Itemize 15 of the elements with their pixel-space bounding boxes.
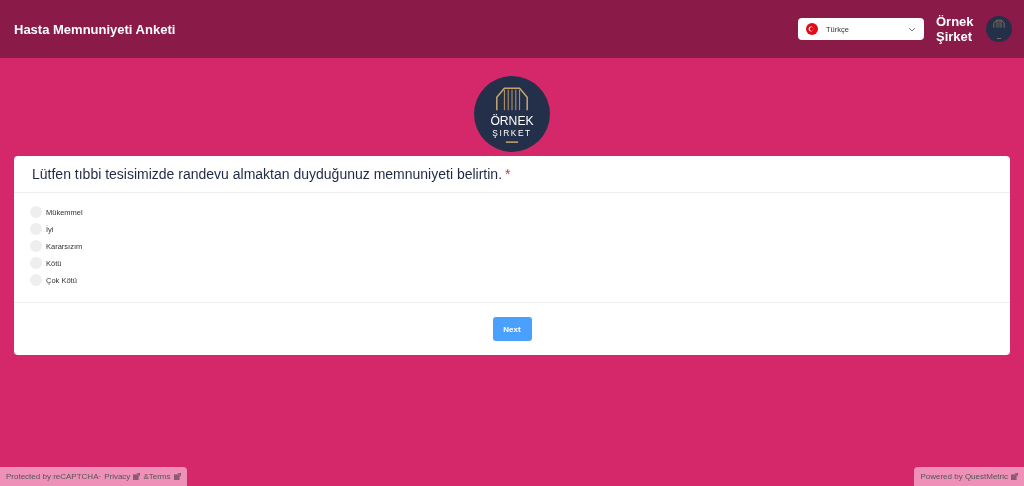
flag-icon [806, 23, 818, 35]
recaptcha-text: Protected by reCAPTCHA· [6, 472, 102, 481]
external-link-icon [173, 473, 181, 480]
company-logo [986, 16, 1012, 42]
next-button[interactable]: Next [492, 317, 532, 341]
footer-link[interactable]: Privacy [104, 472, 131, 481]
company-name: Örnek Şirket [936, 14, 975, 44]
company-logo: ÖRNEK ŞIRKET [474, 76, 550, 152]
chevron-down-icon [908, 26, 916, 32]
external-link-icon [1011, 473, 1018, 480]
external-link-icon [133, 473, 141, 480]
powered-by-text: Powered by QuestMetric [920, 472, 1008, 481]
survey-title: Hasta Memnuniyeti Anketi [14, 21, 177, 37]
question-text: Lütfen tıbbi tesisimizde randevu almaktan duyduğunuz memnuniyeti belirtin. * [14, 156, 1010, 193]
footer-link[interactable]: &Terms [143, 472, 171, 481]
